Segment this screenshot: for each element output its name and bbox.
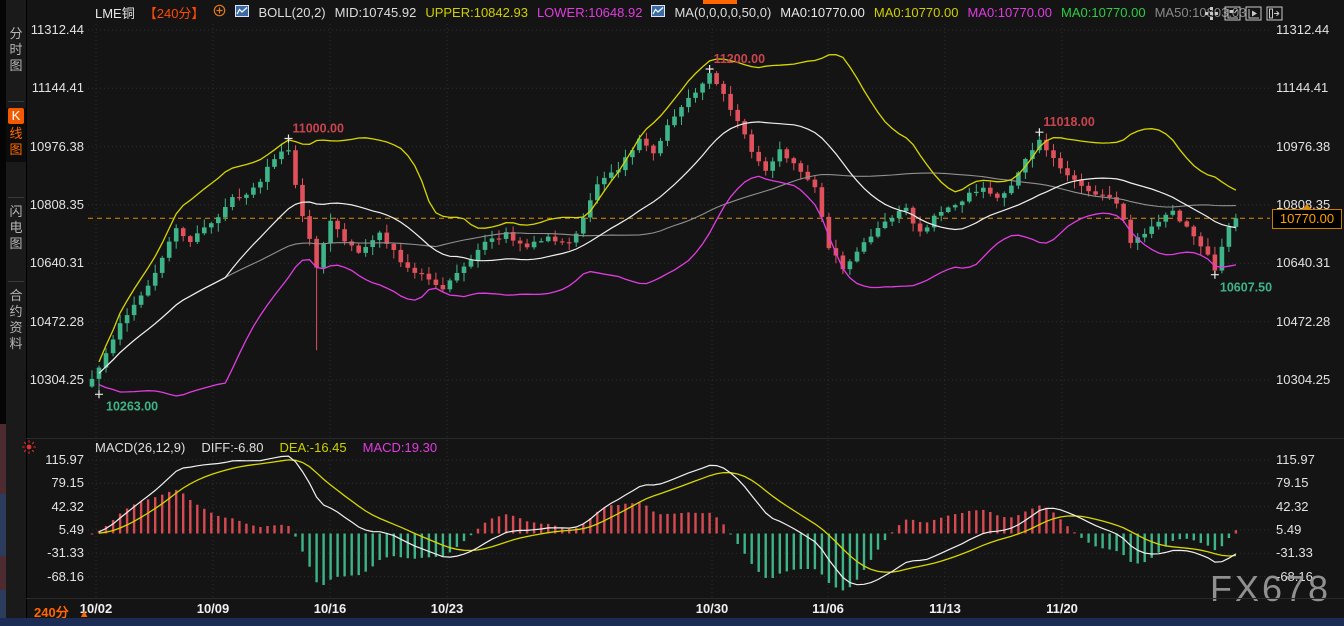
date-axis-label: 11/13 xyxy=(929,601,961,616)
date-axis-label: 11/20 xyxy=(1046,601,1078,616)
gridlines xyxy=(88,24,1270,598)
macd-axis-label-right: -31.33 xyxy=(1276,545,1313,560)
svg-text:10263.00: 10263.00 xyxy=(106,399,158,413)
price-axis-label-left: 10808.35 xyxy=(26,197,84,212)
candles xyxy=(90,69,1239,394)
macd-macd-value: MACD:19.30 xyxy=(363,440,437,455)
date-axis-label: 10/09 xyxy=(197,601,230,616)
macd-axis-label-left: 79.15 xyxy=(26,475,84,490)
svg-text:11018.00: 11018.00 xyxy=(1043,115,1094,129)
macd-histogram xyxy=(91,490,1237,591)
current-price-value: 10770.00 xyxy=(1280,211,1334,226)
date-axis-label: 11/06 xyxy=(812,601,844,616)
date-axis-label: 10/16 xyxy=(314,601,347,616)
price-axis-label-left: 10640.31 xyxy=(26,255,84,270)
watermark: FX678 xyxy=(1210,568,1331,610)
macd-axis-label-left: 5.49 xyxy=(26,522,84,537)
price-axis-label-right: 11312.44 xyxy=(1276,22,1329,37)
current-price-tag: 10770.00 xyxy=(1272,209,1342,229)
price-annotations: 11000.00 11200.00 11018.00 10263.00 10607.50 xyxy=(95,52,1272,413)
price-axis-label-left: 10472.28 xyxy=(26,314,84,329)
price-axis-label-left: 10976.38 xyxy=(26,139,84,154)
macd-axis-label-right: 5.49 xyxy=(1276,522,1301,537)
macd-axis-label-left: -31.33 xyxy=(26,545,84,560)
macd-lines xyxy=(99,456,1236,585)
macd-name: MACD(26,12,9) xyxy=(95,440,185,455)
macd-axis-label-right: 79.15 xyxy=(1276,475,1309,490)
price-marker-icon xyxy=(1302,204,1312,210)
macd-axis-label-left: -68.16 xyxy=(26,569,84,584)
price-axis-label-left: 10304.25 xyxy=(26,372,84,387)
taskbar-strip xyxy=(0,618,1344,626)
price-axis-label-right: 10472.28 xyxy=(1276,314,1330,329)
macd-header: MACD(26,12,9) DIFF:-6.80 DEA:-16.45 MACD… xyxy=(95,440,437,455)
date-axis-label: 10/30 xyxy=(696,601,729,616)
axis-separator xyxy=(26,598,1344,599)
chart-canvas[interactable]: 11000.00 11200.00 11018.00 10263.00 10607.50 xyxy=(0,0,1344,626)
macd-diff-value: DIFF:-6.80 xyxy=(201,440,263,455)
macd-axis-label-left: 42.32 xyxy=(26,499,84,514)
price-axis-label-right: 10976.38 xyxy=(1276,139,1330,154)
macd-axis-label-right: 42.32 xyxy=(1276,499,1309,514)
macd-axis-label-left: 115.97 xyxy=(26,452,84,467)
main-overlays xyxy=(99,55,1236,396)
panel-separator xyxy=(26,438,1344,439)
macd-dea-value: DEA:-16.45 xyxy=(279,440,346,455)
price-axis-label-left: 11144.41 xyxy=(26,80,84,95)
date-axis-label: 10/23 xyxy=(431,601,464,616)
svg-text:10607.50: 10607.50 xyxy=(1220,281,1272,295)
macd-axis-label-right: 115.97 xyxy=(1276,452,1315,467)
price-axis-label-right: 11144.41 xyxy=(1276,80,1328,95)
price-axis-label-right: 10304.25 xyxy=(1276,372,1330,387)
price-axis-label-right: 10640.31 xyxy=(1276,255,1330,270)
price-axis-label-left: 11312.44 xyxy=(26,22,84,37)
trading-chart-window: 分时图K线图闪电图合约资料 LME铜 【240分】 BOLL(20,2) MID… xyxy=(0,0,1344,626)
svg-text:11000.00: 11000.00 xyxy=(293,122,344,136)
svg-text:11200.00: 11200.00 xyxy=(714,52,765,66)
